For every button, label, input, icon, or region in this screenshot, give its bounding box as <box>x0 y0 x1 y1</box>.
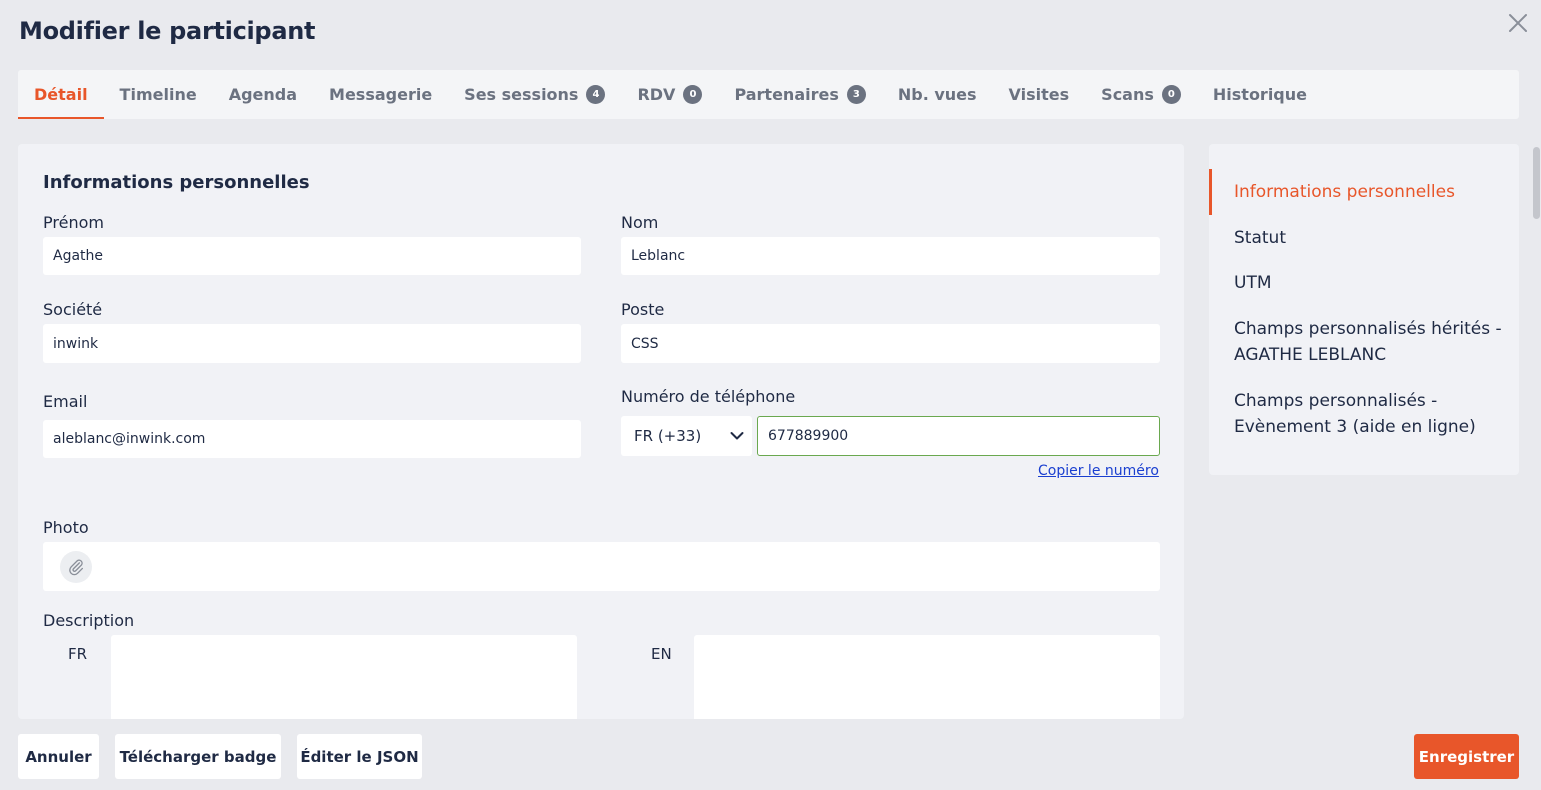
scrollbar-thumb[interactable] <box>1533 147 1540 219</box>
tab-label: Ses sessions <box>464 85 579 104</box>
edit-participant-dialog: Modifier le participant Détail Timeline … <box>0 0 1541 790</box>
description-en-textarea[interactable] <box>694 635 1160 719</box>
tab-nb-vues[interactable]: Nb. vues <box>882 70 993 119</box>
photo-upload-field[interactable] <box>43 542 1160 591</box>
nom-label: Nom <box>621 213 659 232</box>
edit-json-button[interactable]: Éditer le JSON <box>297 734 422 779</box>
tab-label: RDV <box>637 85 676 104</box>
description-label: Description <box>43 611 135 630</box>
country-code-value: FR (+33) <box>634 427 702 445</box>
phone-label: Numéro de téléphone <box>621 387 796 406</box>
paperclip-icon[interactable] <box>60 551 92 583</box>
nav-item-utm[interactable]: UTM <box>1234 270 1504 296</box>
tab-label: Timeline <box>119 85 197 104</box>
close-icon[interactable] <box>1507 12 1529 34</box>
active-indicator <box>1209 169 1212 215</box>
download-badge-button[interactable]: Télécharger badge <box>115 734 281 779</box>
prenom-label: Prénom <box>43 213 104 232</box>
nom-input[interactable]: Leblanc <box>621 237 1160 275</box>
country-code-select[interactable]: FR (+33) <box>621 416 752 456</box>
tab-scans[interactable]: Scans 0 <box>1085 70 1197 119</box>
nav-item-champs-evenement[interactable]: Champs personnalisés - Evènement 3 (aide… <box>1234 388 1504 440</box>
tab-visites[interactable]: Visites <box>993 70 1086 119</box>
tab-label: Messagerie <box>329 85 433 104</box>
nav-item-informations[interactable]: Informations personnelles <box>1234 179 1504 205</box>
societe-label: Société <box>43 300 103 319</box>
count-badge: 3 <box>846 85 866 104</box>
nav-item-statut[interactable]: Statut <box>1234 225 1504 251</box>
tab-label: Détail <box>34 85 88 104</box>
count-badge: 0 <box>1161 85 1181 104</box>
tab-messagerie[interactable]: Messagerie <box>313 70 448 119</box>
poste-input[interactable]: CSS <box>621 324 1160 363</box>
tab-label: Nb. vues <box>897 85 977 104</box>
tab-agenda[interactable]: Agenda <box>213 70 313 119</box>
description-fr-textarea[interactable] <box>111 635 577 719</box>
form-panel: Informations personnelles Prénom Agathe … <box>18 144 1184 719</box>
tab-bar: Détail Timeline Agenda Messagerie Ses se… <box>18 70 1519 119</box>
cancel-button[interactable]: Annuler <box>18 734 99 779</box>
phone-input[interactable]: 677889900 <box>757 416 1160 456</box>
email-label: Email <box>43 392 88 411</box>
section-title: Informations personnelles <box>43 172 310 193</box>
lang-en-label: EN <box>651 645 672 663</box>
section-nav: Informations personnelles Statut UTM Cha… <box>1209 144 1519 475</box>
tab-ses-sessions[interactable]: Ses sessions 4 <box>448 70 621 119</box>
tab-label: Scans <box>1101 85 1154 104</box>
tab-label: Visites <box>1008 85 1070 104</box>
poste-label: Poste <box>621 300 665 319</box>
prenom-input[interactable]: Agathe <box>43 237 581 275</box>
tab-partenaires[interactable]: Partenaires 3 <box>718 70 881 119</box>
page-title: Modifier le participant <box>19 17 316 45</box>
chevron-down-icon <box>730 427 744 445</box>
email-input[interactable]: aleblanc@inwink.com <box>43 420 581 458</box>
count-badge: 0 <box>683 85 703 104</box>
count-badge: 4 <box>586 85 606 104</box>
tab-historique[interactable]: Historique <box>1197 70 1323 119</box>
photo-label: Photo <box>43 518 89 537</box>
tab-label: Agenda <box>228 85 298 104</box>
copy-number-link[interactable]: Copier le numéro <box>1038 463 1159 479</box>
scrollbar[interactable] <box>1531 144 1541 719</box>
tab-rdv[interactable]: RDV 0 <box>621 70 718 119</box>
tab-label: Partenaires <box>734 85 839 104</box>
save-button[interactable]: Enregistrer <box>1414 734 1519 779</box>
lang-fr-label: FR <box>68 645 88 663</box>
nav-item-champs-herites[interactable]: Champs personnalisés hérités - AGATHE LE… <box>1234 316 1504 368</box>
societe-input[interactable]: inwink <box>43 324 581 363</box>
tab-detail[interactable]: Détail <box>18 70 104 119</box>
tab-timeline[interactable]: Timeline <box>104 70 213 119</box>
tab-label: Historique <box>1212 85 1307 104</box>
